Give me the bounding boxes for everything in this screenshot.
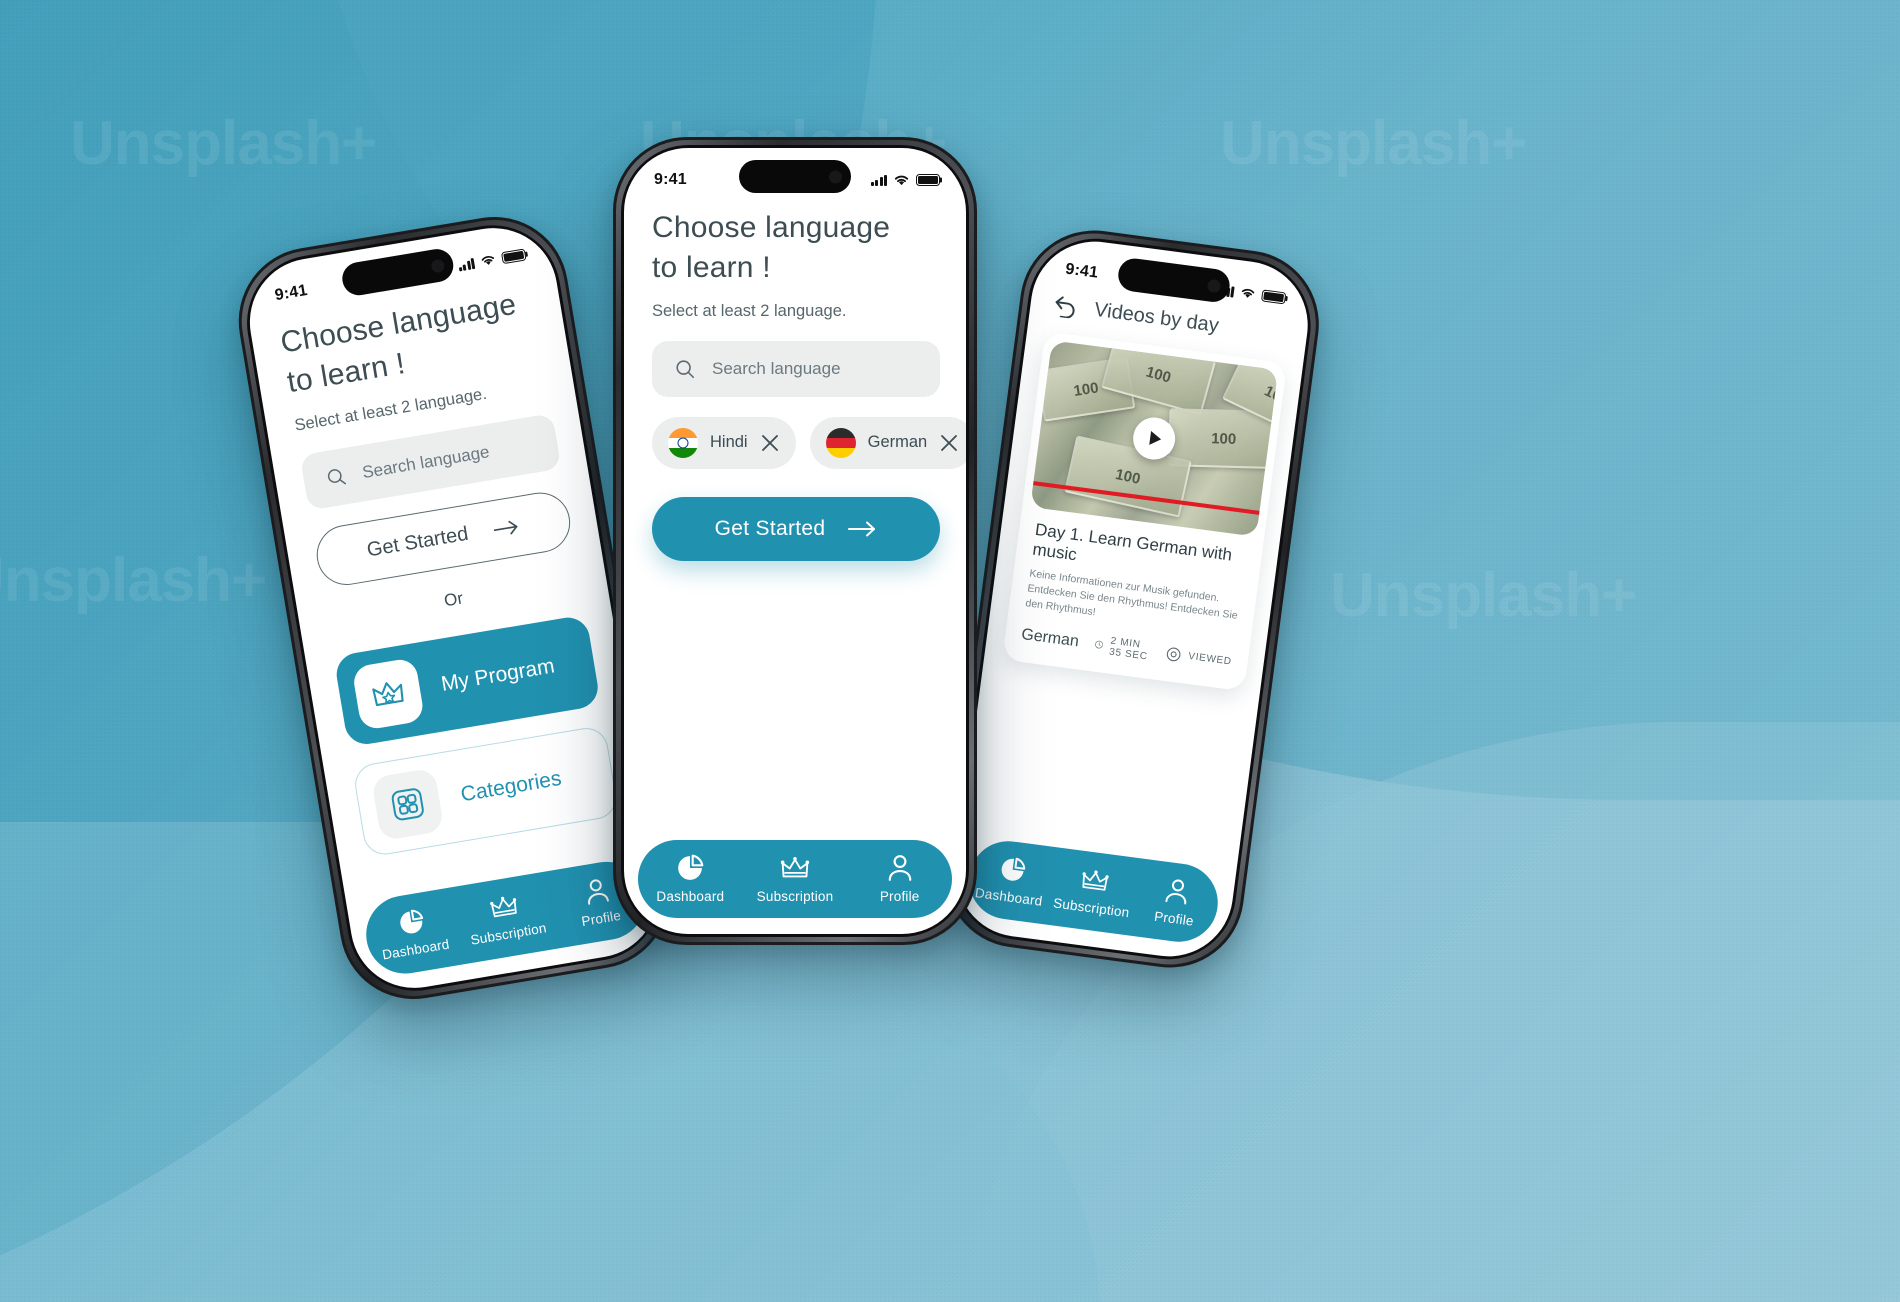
video-card-body: Day 1. Learn German with music Keine Inf…	[1002, 506, 1264, 691]
nav-item-dashboard[interactable]: Dashboard	[638, 854, 743, 904]
wifi-icon	[1241, 288, 1255, 298]
search-placeholder: Search language	[712, 358, 841, 378]
bottom-nav-center: Dashboard Subscription Profile	[638, 840, 952, 918]
phone-screen-center: 9:41 Choose language to learn ! Select a…	[624, 148, 966, 934]
get-started-label: Get Started	[714, 516, 826, 540]
get-started-button-center[interactable]: Get Started	[652, 496, 940, 561]
categories-grid-icon	[391, 788, 424, 821]
crown-icon	[372, 681, 404, 706]
pie-chart-icon	[1001, 857, 1025, 881]
nav-label-profile: Profile	[1153, 908, 1195, 929]
categories-icon-box	[370, 767, 445, 841]
nav-item-profile[interactable]: Profile	[847, 854, 952, 904]
close-icon[interactable]	[939, 433, 959, 453]
center-app-content: Choose language to learn ! Select at lea…	[624, 198, 966, 561]
nav-item-subscription[interactable]: Subscription	[1049, 863, 1138, 920]
video-card[interactable]: 100 100 100 100 100 Day 1. Learn German …	[1002, 331, 1288, 692]
wifi-icon	[894, 175, 909, 185]
video-language: German	[1020, 625, 1080, 651]
screenshot-canvas: Unsplash+ Unsplash+ Unsplash+ Unsplash+ …	[0, 0, 1900, 1302]
person-icon	[1165, 879, 1187, 905]
my-program-label: My Program	[439, 654, 557, 696]
nav-item-profile[interactable]: Profile	[1132, 873, 1221, 931]
get-started-label: Get Started	[365, 523, 470, 562]
germany-flag-icon	[825, 427, 856, 458]
page-title-line2: to learn !	[652, 250, 771, 284]
battery-icon	[500, 248, 527, 265]
arrow-right-icon	[493, 520, 518, 535]
person-icon	[888, 855, 911, 881]
my-program-icon-box	[351, 656, 426, 731]
categories-label: Categories	[459, 766, 563, 807]
page-subtitle-center: Select at least 2 language.	[652, 301, 847, 320]
video-thumbnail[interactable]: 100 100 100 100 100	[1030, 340, 1279, 537]
nav-label-profile: Profile	[580, 907, 623, 930]
status-icons	[870, 174, 940, 187]
crown-icon	[490, 896, 517, 917]
camera-lens-icon	[430, 258, 446, 273]
right-app-content: Videos by day 100 100 100 100 100 Day 1.…	[984, 283, 1309, 693]
camera-lens-icon	[1206, 278, 1222, 293]
dynamic-island	[739, 160, 851, 193]
camera-lens-icon	[829, 170, 842, 183]
battery-icon	[1260, 289, 1287, 305]
nav-label-dashboard: Dashboard	[974, 885, 1044, 909]
video-duration-label: 2 MIN 35 SEC	[1108, 635, 1149, 663]
watermark: Unsplash+	[1220, 109, 1527, 178]
nav-label-subscription: Subscription	[756, 888, 834, 904]
nav-item-subscription[interactable]: Subscription	[456, 887, 556, 949]
language-chip-label: German	[867, 433, 928, 452]
bottom-nav-right: Dashboard Subscription Profile	[964, 836, 1223, 947]
language-chip-german[interactable]: German	[809, 416, 966, 469]
status-time: 9:41	[1064, 260, 1100, 282]
nav-label-profile: Profile	[879, 889, 920, 904]
search-input-center[interactable]: Search language	[652, 340, 940, 397]
crown-icon	[1082, 869, 1109, 891]
india-flag-icon	[668, 427, 698, 458]
language-chip-hindi[interactable]: Hindi	[652, 416, 796, 469]
status-bar-center: 9:41	[624, 148, 966, 198]
bottom-nav-left: Dashboard Subscription Profile	[360, 855, 652, 980]
watermark: Unsplash+	[1330, 561, 1637, 630]
pie-chart-icon	[400, 909, 424, 934]
nav-item-dashboard[interactable]: Dashboard	[966, 851, 1055, 909]
video-viewed-label: VIEWED	[1187, 651, 1233, 668]
pie-chart-icon	[678, 854, 704, 880]
clock-icon	[1094, 640, 1103, 649]
eye-icon	[1167, 647, 1181, 662]
cellular-signal-icon	[457, 257, 476, 272]
watermark: Unsplash+	[0, 546, 267, 615]
phone-mockup-center: 9:41 Choose language to learn ! Select a…	[613, 137, 977, 945]
categories-card[interactable]: Categories	[351, 724, 620, 858]
search-placeholder: Search language	[360, 441, 491, 482]
nav-label-subscription: Subscription	[469, 919, 548, 948]
battery-icon	[916, 174, 940, 186]
back-arrow-icon[interactable]	[1051, 292, 1080, 319]
status-time: 9:41	[273, 281, 309, 305]
my-program-card[interactable]: My Program	[333, 614, 602, 748]
search-icon	[327, 469, 347, 485]
page-title-line1: Choose language	[652, 211, 891, 244]
close-icon[interactable]	[760, 433, 780, 453]
video-viewed: VIEWED	[1166, 646, 1233, 669]
watermark: Unsplash+	[70, 109, 377, 178]
language-chip-label: Hindi	[710, 433, 748, 452]
nav-label-dashboard: Dashboard	[656, 889, 725, 904]
page-title-center: Choose language to learn !	[652, 208, 940, 288]
search-icon	[676, 360, 695, 378]
person-icon	[588, 879, 609, 905]
video-duration: 2 MIN 35 SEC	[1093, 633, 1152, 662]
nav-item-subscription[interactable]: Subscription	[743, 855, 848, 904]
status-time: 9:41	[654, 171, 687, 188]
nav-item-dashboard[interactable]: Dashboard	[363, 902, 464, 965]
arrow-right-icon	[848, 521, 876, 537]
nav-label-dashboard: Dashboard	[381, 936, 451, 963]
cellular-signal-icon	[870, 174, 887, 186]
nav-label-subscription: Subscription	[1052, 894, 1131, 920]
status-icons	[457, 248, 527, 272]
crown-icon	[780, 856, 810, 877]
selected-language-chips: Hindi German	[652, 416, 966, 469]
wifi-icon	[481, 256, 495, 265]
